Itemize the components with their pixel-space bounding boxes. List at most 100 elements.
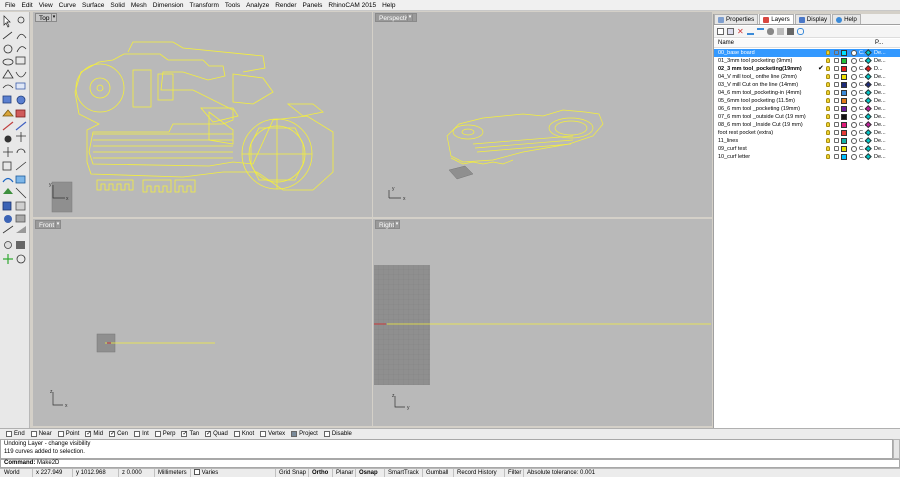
lock-icon[interactable] xyxy=(834,66,839,71)
material-icon[interactable] xyxy=(851,65,857,72)
new-sublayer-icon[interactable] xyxy=(727,28,734,35)
layer-help-icon[interactable] xyxy=(797,28,804,35)
filter-toggle[interactable]: Filter xyxy=(504,469,521,477)
layer-row[interactable]: 06_6 mm tool _pocketing (19mm) C... De... xyxy=(714,105,900,113)
layer-row[interactable]: 02_3 mm tool_pocketing(19mm) ✔ C... D... xyxy=(714,65,900,73)
menu-item-render[interactable]: Render xyxy=(272,0,299,11)
layer-row[interactable]: 01_3mm tool pocketing (9mm) C... De... xyxy=(714,57,900,65)
material-icon[interactable] xyxy=(851,129,857,136)
layer-color-swatch[interactable] xyxy=(841,57,847,64)
tab-properties[interactable]: Properties xyxy=(714,14,759,24)
lock-icon[interactable] xyxy=(834,122,839,127)
menu-item-edit[interactable]: Edit xyxy=(18,0,35,11)
menu-item-dimension[interactable]: Dimension xyxy=(150,0,187,11)
material-icon[interactable] xyxy=(851,153,857,160)
bulb-icon[interactable] xyxy=(826,66,830,71)
bulb-icon[interactable] xyxy=(826,82,830,87)
osnap-int[interactable]: Int xyxy=(134,431,149,437)
layer-color-swatch[interactable] xyxy=(841,89,847,96)
options-icon[interactable] xyxy=(787,28,794,35)
osnap-knot[interactable]: Knot xyxy=(233,431,254,437)
viewport-front[interactable]: z x Front ▾ xyxy=(33,219,372,426)
layer-row[interactable]: 10_curf letter C... De... xyxy=(714,153,900,161)
material-icon[interactable] xyxy=(851,113,857,120)
layer-color-swatch[interactable] xyxy=(841,137,847,144)
layer-color-swatch[interactable] xyxy=(841,105,847,112)
osnap-checkbox[interactable] xyxy=(134,431,141,437)
layer-indicator[interactable]: Varies xyxy=(190,469,218,477)
menu-item-curve[interactable]: Curve xyxy=(56,0,79,11)
menu-item-transform[interactable]: Transform xyxy=(187,0,222,11)
material-icon[interactable] xyxy=(851,97,857,104)
viewport-perspective-menu-arrow[interactable]: ▾ xyxy=(407,13,413,22)
column-name-header[interactable]: Name xyxy=(718,39,734,48)
layer-name[interactable]: 03_V mill Cut on the line (14mm) xyxy=(718,81,798,89)
layer-row[interactable]: foot rest pocket (extra) C... De... xyxy=(714,129,900,137)
menu-item-help[interactable]: Help xyxy=(379,0,398,11)
layer-name[interactable]: 01_3mm tool pocketing (9mm) xyxy=(718,57,792,65)
smarttrack-toggle[interactable]: SmartTrack xyxy=(384,469,419,477)
layer-row[interactable]: 04_V mill tool_ onthe line (2mm) C... De..… xyxy=(714,73,900,81)
grid-snap-toggle[interactable]: Grid Snap xyxy=(275,469,306,477)
cplane-indicator[interactable]: World xyxy=(4,469,20,477)
print-width-value[interactable]: De... xyxy=(874,49,886,57)
layer-row[interactable]: 03_V mill Cut on the line (14mm) C... De..… xyxy=(714,81,900,89)
viewport-top-menu-arrow[interactable]: ▾ xyxy=(51,13,57,22)
bulb-icon[interactable] xyxy=(826,106,830,111)
bulb-icon[interactable] xyxy=(826,90,830,95)
osnap-tan[interactable]: Tan xyxy=(181,431,199,437)
print-width-value[interactable]: De... xyxy=(874,145,886,153)
menu-item-file[interactable]: File xyxy=(2,0,18,11)
tab-layers[interactable]: Layers xyxy=(759,14,794,24)
column-print-header[interactable]: P... xyxy=(875,39,883,48)
osnap-checkbox[interactable] xyxy=(6,431,12,437)
layer-name[interactable]: 04_V mill tool_ onthe line (2mm) xyxy=(718,73,797,81)
layer-row[interactable]: 09_curf test C... De... xyxy=(714,145,900,153)
menu-item-mesh[interactable]: Mesh xyxy=(128,0,150,11)
layer-color-swatch[interactable] xyxy=(841,97,847,104)
layer-name[interactable]: 06_6 mm tool _pocketing (19mm) xyxy=(718,105,800,113)
bulb-icon[interactable] xyxy=(826,146,830,151)
menu-item-surface[interactable]: Surface xyxy=(79,0,107,11)
layer-color-swatch[interactable] xyxy=(841,73,847,80)
print-width-value[interactable]: De... xyxy=(874,137,886,145)
tools-icon[interactable] xyxy=(777,28,784,35)
print-width-value[interactable]: De... xyxy=(874,153,886,161)
osnap-cen[interactable]: Cen xyxy=(109,431,128,437)
layer-row[interactable]: 00_base board C... De... xyxy=(714,49,900,57)
lock-icon[interactable] xyxy=(834,50,839,55)
layer-name[interactable]: foot rest pocket (extra) xyxy=(718,129,773,137)
layer-color-swatch[interactable] xyxy=(841,129,847,136)
osnap-checkbox[interactable] xyxy=(260,431,267,437)
layer-row[interactable]: 08_6 mm tool _Inside Cut (19 mm) C... De..… xyxy=(714,121,900,129)
bulb-icon[interactable] xyxy=(826,122,830,127)
print-width-value[interactable]: De... xyxy=(874,121,886,129)
menu-item-view[interactable]: View xyxy=(36,0,56,11)
lock-icon[interactable] xyxy=(834,58,839,63)
print-width-value[interactable]: De... xyxy=(874,113,886,121)
units-indicator[interactable]: Millimeters xyxy=(154,469,187,477)
tab-display[interactable]: Display xyxy=(794,14,832,24)
gumball-toggle[interactable]: Gumball xyxy=(422,469,448,477)
material-icon[interactable] xyxy=(851,73,857,80)
osnap-checkbox[interactable] xyxy=(205,431,212,437)
osnap-checkbox[interactable] xyxy=(323,431,330,437)
osnap-vertex[interactable]: Vertex xyxy=(260,431,285,437)
layer-color-swatch[interactable] xyxy=(841,81,847,88)
tab-help[interactable]: Help xyxy=(832,14,861,24)
viewport-top[interactable]: y x Top ▾ xyxy=(33,12,372,217)
layer-name[interactable]: 04_6 mm tool_pocketing-in (4mm) xyxy=(718,89,801,97)
lock-icon[interactable] xyxy=(834,114,839,119)
lock-icon[interactable] xyxy=(834,154,839,159)
bulb-icon[interactable] xyxy=(826,114,830,119)
bulb-icon[interactable] xyxy=(826,130,830,135)
ortho-toggle[interactable]: Ortho xyxy=(308,469,328,477)
toolbar-icons[interactable] xyxy=(0,12,30,428)
layer-color-swatch[interactable] xyxy=(841,145,847,152)
menu-item-solid[interactable]: Solid xyxy=(107,0,127,11)
command-line[interactable]: Command: Make2D xyxy=(0,459,900,468)
osnap-point[interactable]: Point xyxy=(57,431,79,437)
lock-icon[interactable] xyxy=(834,106,839,111)
print-width-value[interactable]: D... xyxy=(874,65,883,73)
menu-item-rhinocam-2015[interactable]: RhinoCAM 2015 xyxy=(325,0,379,11)
